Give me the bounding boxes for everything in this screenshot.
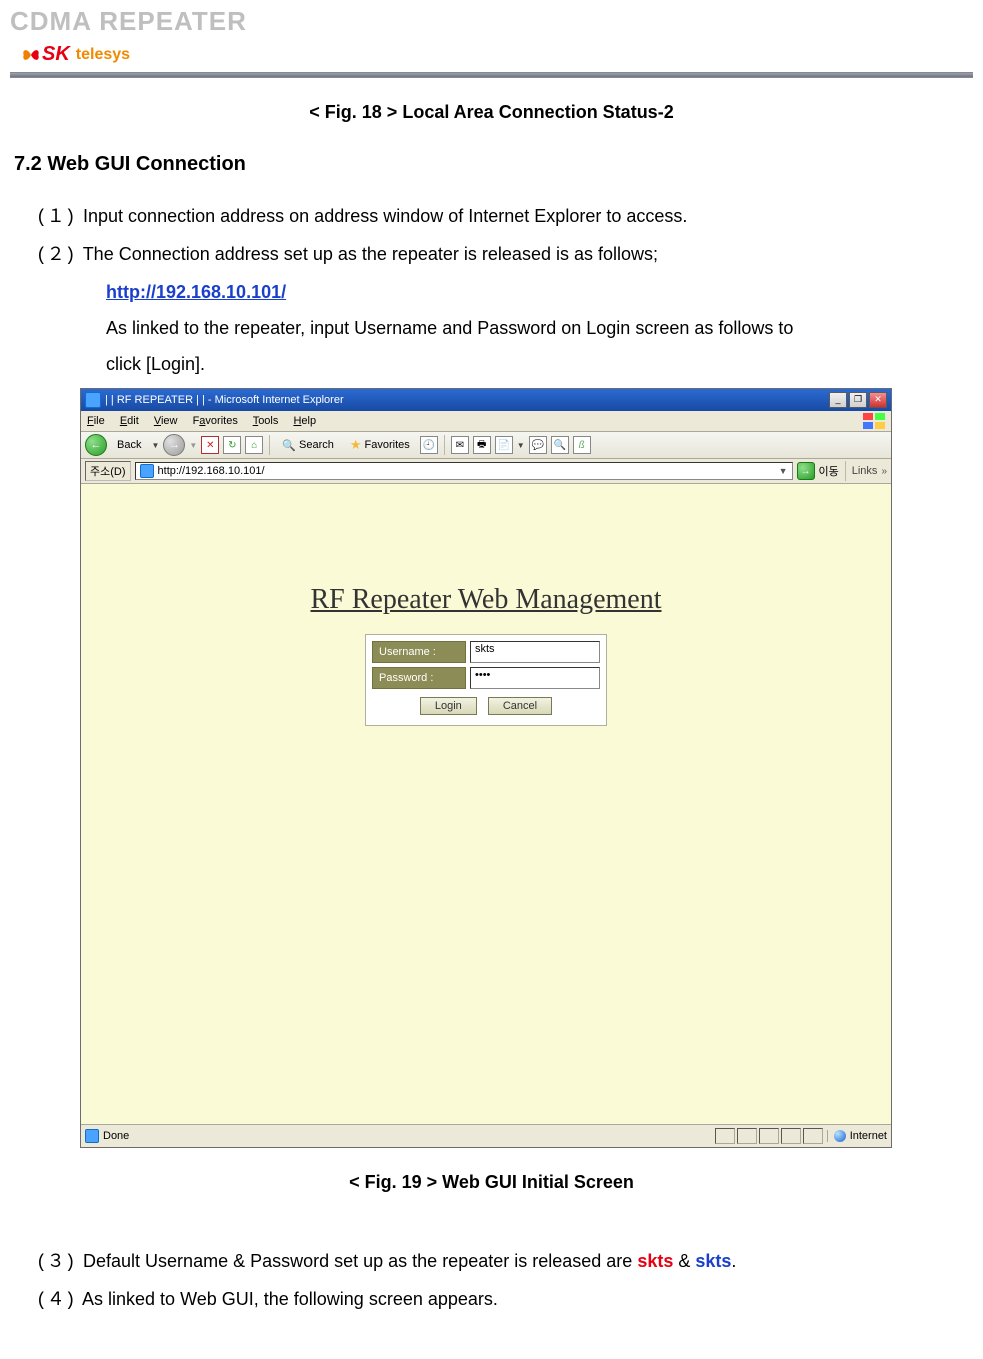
header-divider [10,72,973,78]
step-3-skts-2: skts [695,1251,731,1271]
home-button[interactable]: ⌂ [245,436,263,454]
cancel-button[interactable]: Cancel [488,697,552,715]
figure-18-caption: < Fig. 18 > Local Area Connection Status… [10,102,973,123]
menu-edit[interactable]: Edit [120,415,139,427]
step-3-text-c: . [731,1251,736,1271]
window-title: | | RF REPEATER | | - Microsoft Internet… [105,394,344,406]
menu-bar: FFileile Edit View Favorites Tools Help [81,411,891,432]
step-3-skts-1: skts [637,1251,673,1271]
edit-dropdown-icon[interactable]: ▼ [517,441,525,450]
address-bar: 주소(D) http://192.168.10.101/ ▼ → 이동 Link… [81,459,891,484]
forward-button[interactable]: → [163,434,185,456]
links-label[interactable]: Links [852,465,878,477]
section-7-2-heading: 7.2 Web GUI Connection [14,153,973,176]
addr-separator [845,461,846,481]
close-button[interactable]: ✕ [869,392,887,408]
go-label: 이동 [819,463,839,479]
menu-file[interactable]: FFileile [87,415,105,427]
status-bar: Done Internet [81,1124,891,1147]
minimize-button[interactable]: _ [829,392,847,408]
step-3-number: (３) [36,1245,78,1281]
password-label: Password : [372,667,466,689]
page-icon [140,464,154,478]
after-url-line-1: As linked to the repeater, input Usernam… [106,318,793,338]
address-label: 주소(D) [85,461,131,481]
address-dropdown-icon[interactable]: ▼ [779,466,788,476]
security-zone: Internet [827,1130,887,1142]
address-input[interactable]: http://192.168.10.101/ ▼ [135,462,793,480]
back-dropdown-icon[interactable]: ▼ [151,441,159,450]
status-text: Done [103,1130,129,1142]
discuss-button[interactable]: 💬 [529,436,547,454]
go-button[interactable]: → [797,462,815,480]
edit-button[interactable]: 📄 [495,436,513,454]
links-chevron-icon[interactable]: » [881,466,887,477]
step-1-text: Input connection address on address wind… [83,206,687,226]
step-1-number: (１) [36,200,78,236]
menu-help[interactable]: Help [293,415,316,427]
maximize-button[interactable]: ❐ [849,392,867,408]
password-input[interactable]: •••• [470,667,600,689]
login-form: Username : skts Password : •••• Login Ca… [365,634,607,726]
messenger-button[interactable]: ß [573,436,591,454]
search-button[interactable]: 🔍 Search [276,437,340,454]
logo-sk-text: SK [42,43,70,66]
logo: SK telesys [10,39,973,72]
toolbar-separator-2 [444,435,445,455]
research-button[interactable]: 🔍 [551,436,569,454]
status-panes [715,1128,823,1144]
zone-label: Internet [850,1130,887,1142]
page-content: RF Repeater Web Management Username : sk… [81,484,891,1124]
windows-flag-icon [863,413,885,429]
username-input[interactable]: skts [470,641,600,663]
step-2-text: The Connection address set up as the rep… [83,244,658,264]
step-3-text-a: Default Username & Password set up as th… [83,1251,637,1271]
document-header: CDMA REPEATER [10,0,973,39]
after-url-line-2: click [Login]. [106,354,205,374]
figure-19-caption: < Fig. 19 > Web GUI Initial Screen [10,1172,973,1193]
print-button[interactable]: 🖶 [473,436,491,454]
star-icon: ★ [350,437,362,453]
body-text: (１) Input connection address on address … [36,198,973,382]
stop-button[interactable]: ✕ [201,436,219,454]
search-icon: 🔍 [282,439,296,452]
status-page-icon [85,1129,99,1143]
ie-app-icon [85,392,101,408]
menu-view[interactable]: View [154,415,178,427]
step-3-text-b: & [673,1251,695,1271]
butterfly-icon [20,44,42,66]
favorites-button[interactable]: ★ Favorites [344,435,416,455]
login-button[interactable]: Login [420,697,477,715]
mail-button[interactable]: ✉ [451,436,469,454]
forward-dropdown-icon[interactable]: ▼ [189,441,197,450]
refresh-button[interactable]: ↻ [223,436,241,454]
step-4-number: (４) [36,1283,78,1319]
menu-favorites[interactable]: Favorites [193,415,238,427]
ie-window-screenshot: | | RF REPEATER | | - Microsoft Internet… [80,388,892,1148]
step-4-text: As linked to Web GUI, the following scre… [82,1289,498,1309]
address-value: http://192.168.10.101/ [158,465,265,477]
rf-repeater-title: RF Repeater Web Management [310,584,661,616]
connection-url-link[interactable]: http://192.168.10.101/ [106,282,286,302]
history-button[interactable]: 🕘 [420,436,438,454]
step-2-number: (２) [36,238,78,274]
window-titlebar: | | RF REPEATER | | - Microsoft Internet… [81,389,891,411]
back-button[interactable]: ← [85,434,107,456]
globe-icon [834,1130,846,1142]
logo-telesys-text: telesys [76,46,130,64]
username-label: Username : [372,641,466,663]
back-label[interactable]: Back [111,437,147,453]
menu-tools[interactable]: Tools [253,415,279,427]
toolbar: ← Back ▼ → ▼ ✕ ↻ ⌂ 🔍 Search ★ Favorites … [81,432,891,459]
toolbar-separator [269,435,270,455]
